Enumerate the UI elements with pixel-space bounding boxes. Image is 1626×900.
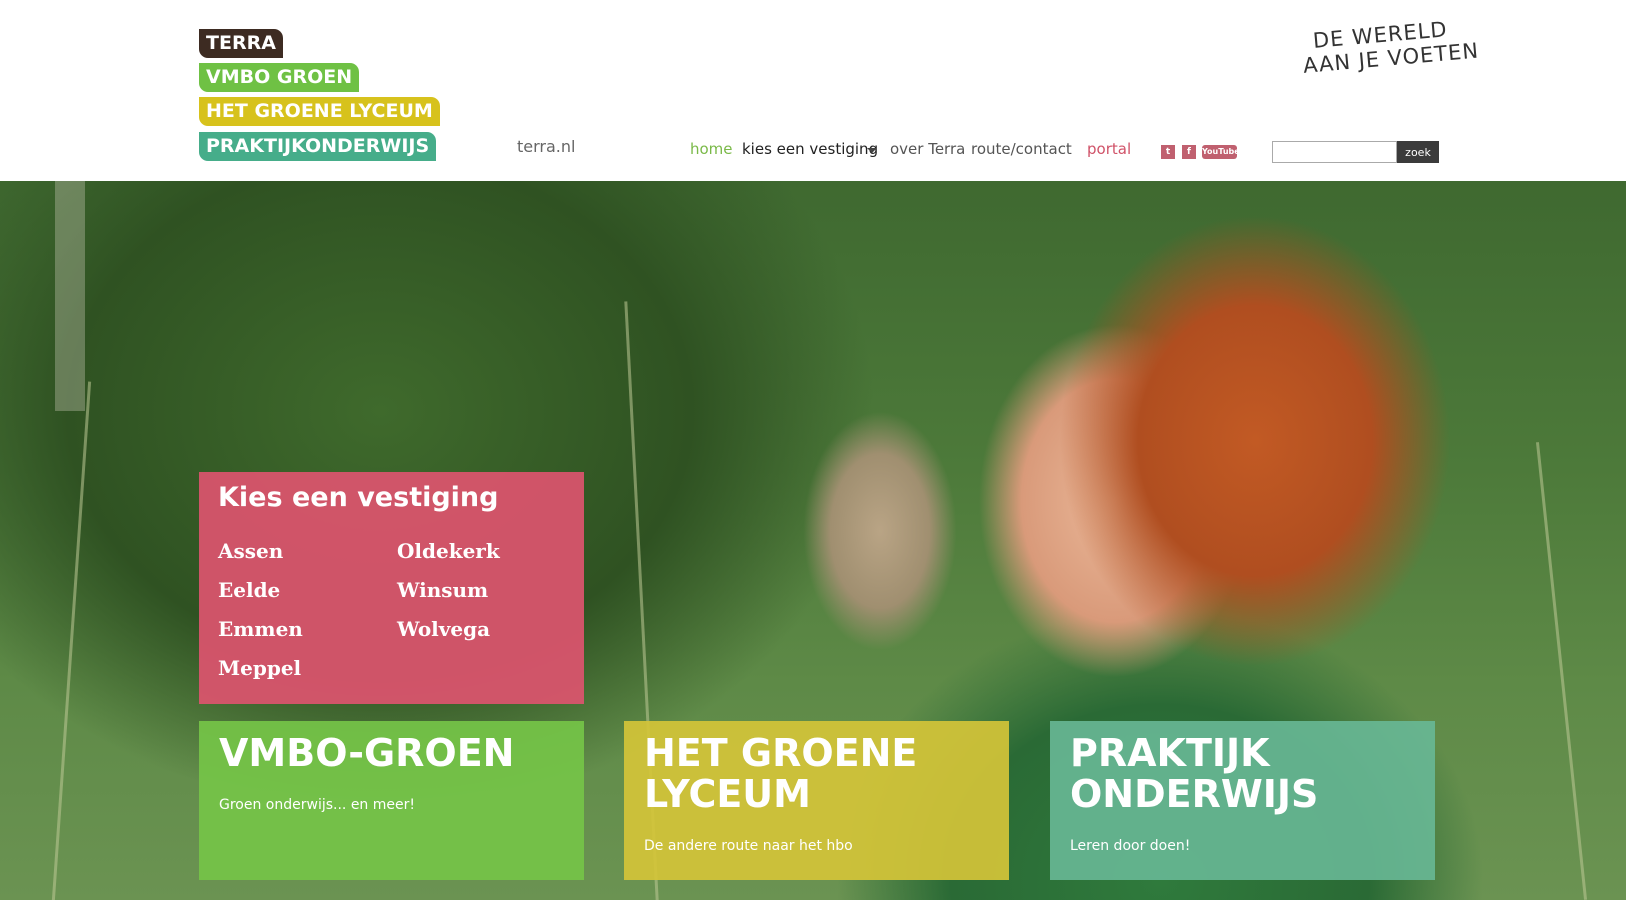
card-het-groene-lyceum[interactable]: HET GROENE LYCEUM De andere route naar he… xyxy=(624,721,1009,880)
card-subtitle: Leren door doen! xyxy=(1070,838,1191,854)
facebook-icon[interactable]: f xyxy=(1182,145,1196,159)
chevron-down-icon[interactable] xyxy=(867,148,877,153)
card-title: VMBO-GROEN xyxy=(219,733,514,774)
twitter-icon[interactable]: t xyxy=(1161,145,1175,159)
location-link-meppel[interactable]: Meppel xyxy=(218,656,301,680)
logo-line-vmbo-groen: VMBO GROEN xyxy=(199,63,360,92)
tagline: DE WERELD AAN JE VOETEN xyxy=(1300,15,1480,78)
logo-line-terra: TERRA xyxy=(199,29,283,58)
nav-home[interactable]: home xyxy=(690,140,733,158)
card-title-line: VMBO-GROEN xyxy=(219,731,515,775)
card-vmbo-groen[interactable]: VMBO-GROEN Groen onderwijs... en meer! xyxy=(199,721,584,880)
location-link-winsum[interactable]: Winsum xyxy=(397,578,488,602)
card-title-line: HET GROENE xyxy=(644,731,918,775)
logo-line-praktijkonderwijs: PRAKTIJKONDERWIJS xyxy=(199,132,437,161)
tree-trunk-decoration xyxy=(55,181,85,411)
card-praktijkonderwijs[interactable]: PRAKTIJK ONDERWIJS Leren door doen! xyxy=(1050,721,1435,880)
location-link-eelde[interactable]: Eelde xyxy=(218,578,280,602)
grass-stem-decoration xyxy=(1535,442,1588,900)
nav-portal[interactable]: portal xyxy=(1087,140,1131,158)
logo-line-het-groene-lyceum: HET GROENE LYCEUM xyxy=(199,97,440,126)
location-link-oldekerk[interactable]: Oldekerk xyxy=(397,539,500,563)
nav-route-contact[interactable]: route/contact xyxy=(971,140,1072,158)
location-panel: Kies een vestiging Assen Eelde Emmen Mep… xyxy=(199,472,584,704)
search-input[interactable] xyxy=(1272,141,1397,163)
card-title-line: ONDERWIJS xyxy=(1070,772,1319,816)
location-link-emmen[interactable]: Emmen xyxy=(218,617,303,641)
card-title: PRAKTIJK ONDERWIJS xyxy=(1070,733,1318,815)
site-header: TERRA VMBO GROEN HET GROENE LYCEUM PRAKT… xyxy=(0,0,1626,181)
location-link-assen[interactable]: Assen xyxy=(218,539,283,563)
location-panel-title: Kies een vestiging xyxy=(218,482,499,513)
card-subtitle: De andere route naar het hbo xyxy=(644,838,853,854)
nav-kies-een-vestiging[interactable]: kies een vestiging xyxy=(742,140,878,158)
card-title-line: LYCEUM xyxy=(644,772,811,816)
location-link-wolvega[interactable]: Wolvega xyxy=(397,617,490,641)
grass-stem-decoration xyxy=(51,381,92,900)
nav-over-terra[interactable]: over Terra xyxy=(890,140,965,158)
youtube-icon[interactable]: YouTube xyxy=(1202,145,1240,159)
card-title: HET GROENE LYCEUM xyxy=(644,733,917,815)
terra-site-link[interactable]: terra.nl xyxy=(517,137,575,156)
card-title-line: PRAKTIJK xyxy=(1070,731,1270,775)
search-button[interactable]: zoek xyxy=(1397,141,1439,163)
card-subtitle: Groen onderwijs... en meer! xyxy=(219,797,415,813)
